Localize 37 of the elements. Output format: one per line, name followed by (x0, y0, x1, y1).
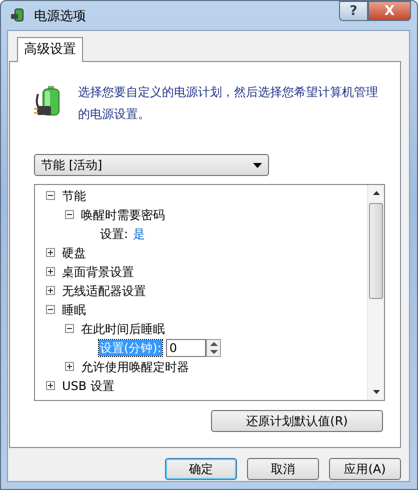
minutes-field[interactable]: 0 (166, 338, 206, 356)
dialog-button[interactable]: 确定 (165, 458, 237, 480)
tree-item[interactable]: 硬盘 (61, 244, 87, 260)
tree-toggle-icon[interactable] (46, 305, 55, 314)
scroll-down-icon[interactable] (372, 390, 380, 394)
window-title: 电源选项 (34, 8, 87, 25)
tree-toggle-icon[interactable] (65, 324, 74, 333)
tree-item[interactable]: 在此时间后睡眠 (80, 320, 166, 336)
dropdown-caret-icon (253, 162, 262, 168)
spin-buttons[interactable] (206, 338, 222, 356)
tree-item[interactable]: USB 设置 (61, 378, 116, 394)
tree-item[interactable]: 桌面背景设置 (61, 264, 135, 280)
setting-value[interactable]: 是 (133, 226, 146, 242)
tree-item[interactable]: 唤醒时需要密码 (80, 206, 166, 222)
restore-defaults-button[interactable]: 还原计划默认值(R) (211, 410, 383, 432)
tree-toggle-icon[interactable] (65, 210, 74, 219)
tree-toggle-icon[interactable] (46, 267, 55, 276)
tree-toggle-icon[interactable] (65, 362, 74, 371)
scroll-up-icon[interactable] (372, 191, 380, 195)
tree-toggle-icon[interactable] (46, 381, 55, 390)
dialog-button[interactable]: 取消 (247, 458, 319, 480)
plan-dropdown[interactable]: 节能 [活动] (34, 154, 269, 176)
setting-label: 设置: (99, 226, 130, 242)
tree-item[interactable]: 睡眠 (61, 302, 87, 318)
tree-item[interactable]: 节能 (61, 188, 87, 204)
setting-label: 设置(分钟): (99, 340, 162, 356)
tree-toggle-icon[interactable] (46, 191, 55, 200)
scrollbar[interactable] (367, 185, 384, 400)
tree-toggle-icon[interactable] (46, 248, 55, 257)
tree-toggle-icon[interactable] (46, 286, 55, 295)
tab[interactable]: 高级设置 (17, 37, 83, 62)
help-button[interactable]: ? (339, 1, 368, 21)
dialog-button[interactable]: 应用(A) (329, 458, 401, 480)
tree-item[interactable]: 无线适配器设置 (61, 282, 147, 298)
description-text: 选择您要自定义的电源计划，然后选择您希望计算机管理的电源设置。 (78, 84, 378, 123)
scroll-thumb[interactable] (369, 203, 383, 299)
tree-item[interactable]: 允许使用唤醒定时器 (80, 358, 190, 374)
